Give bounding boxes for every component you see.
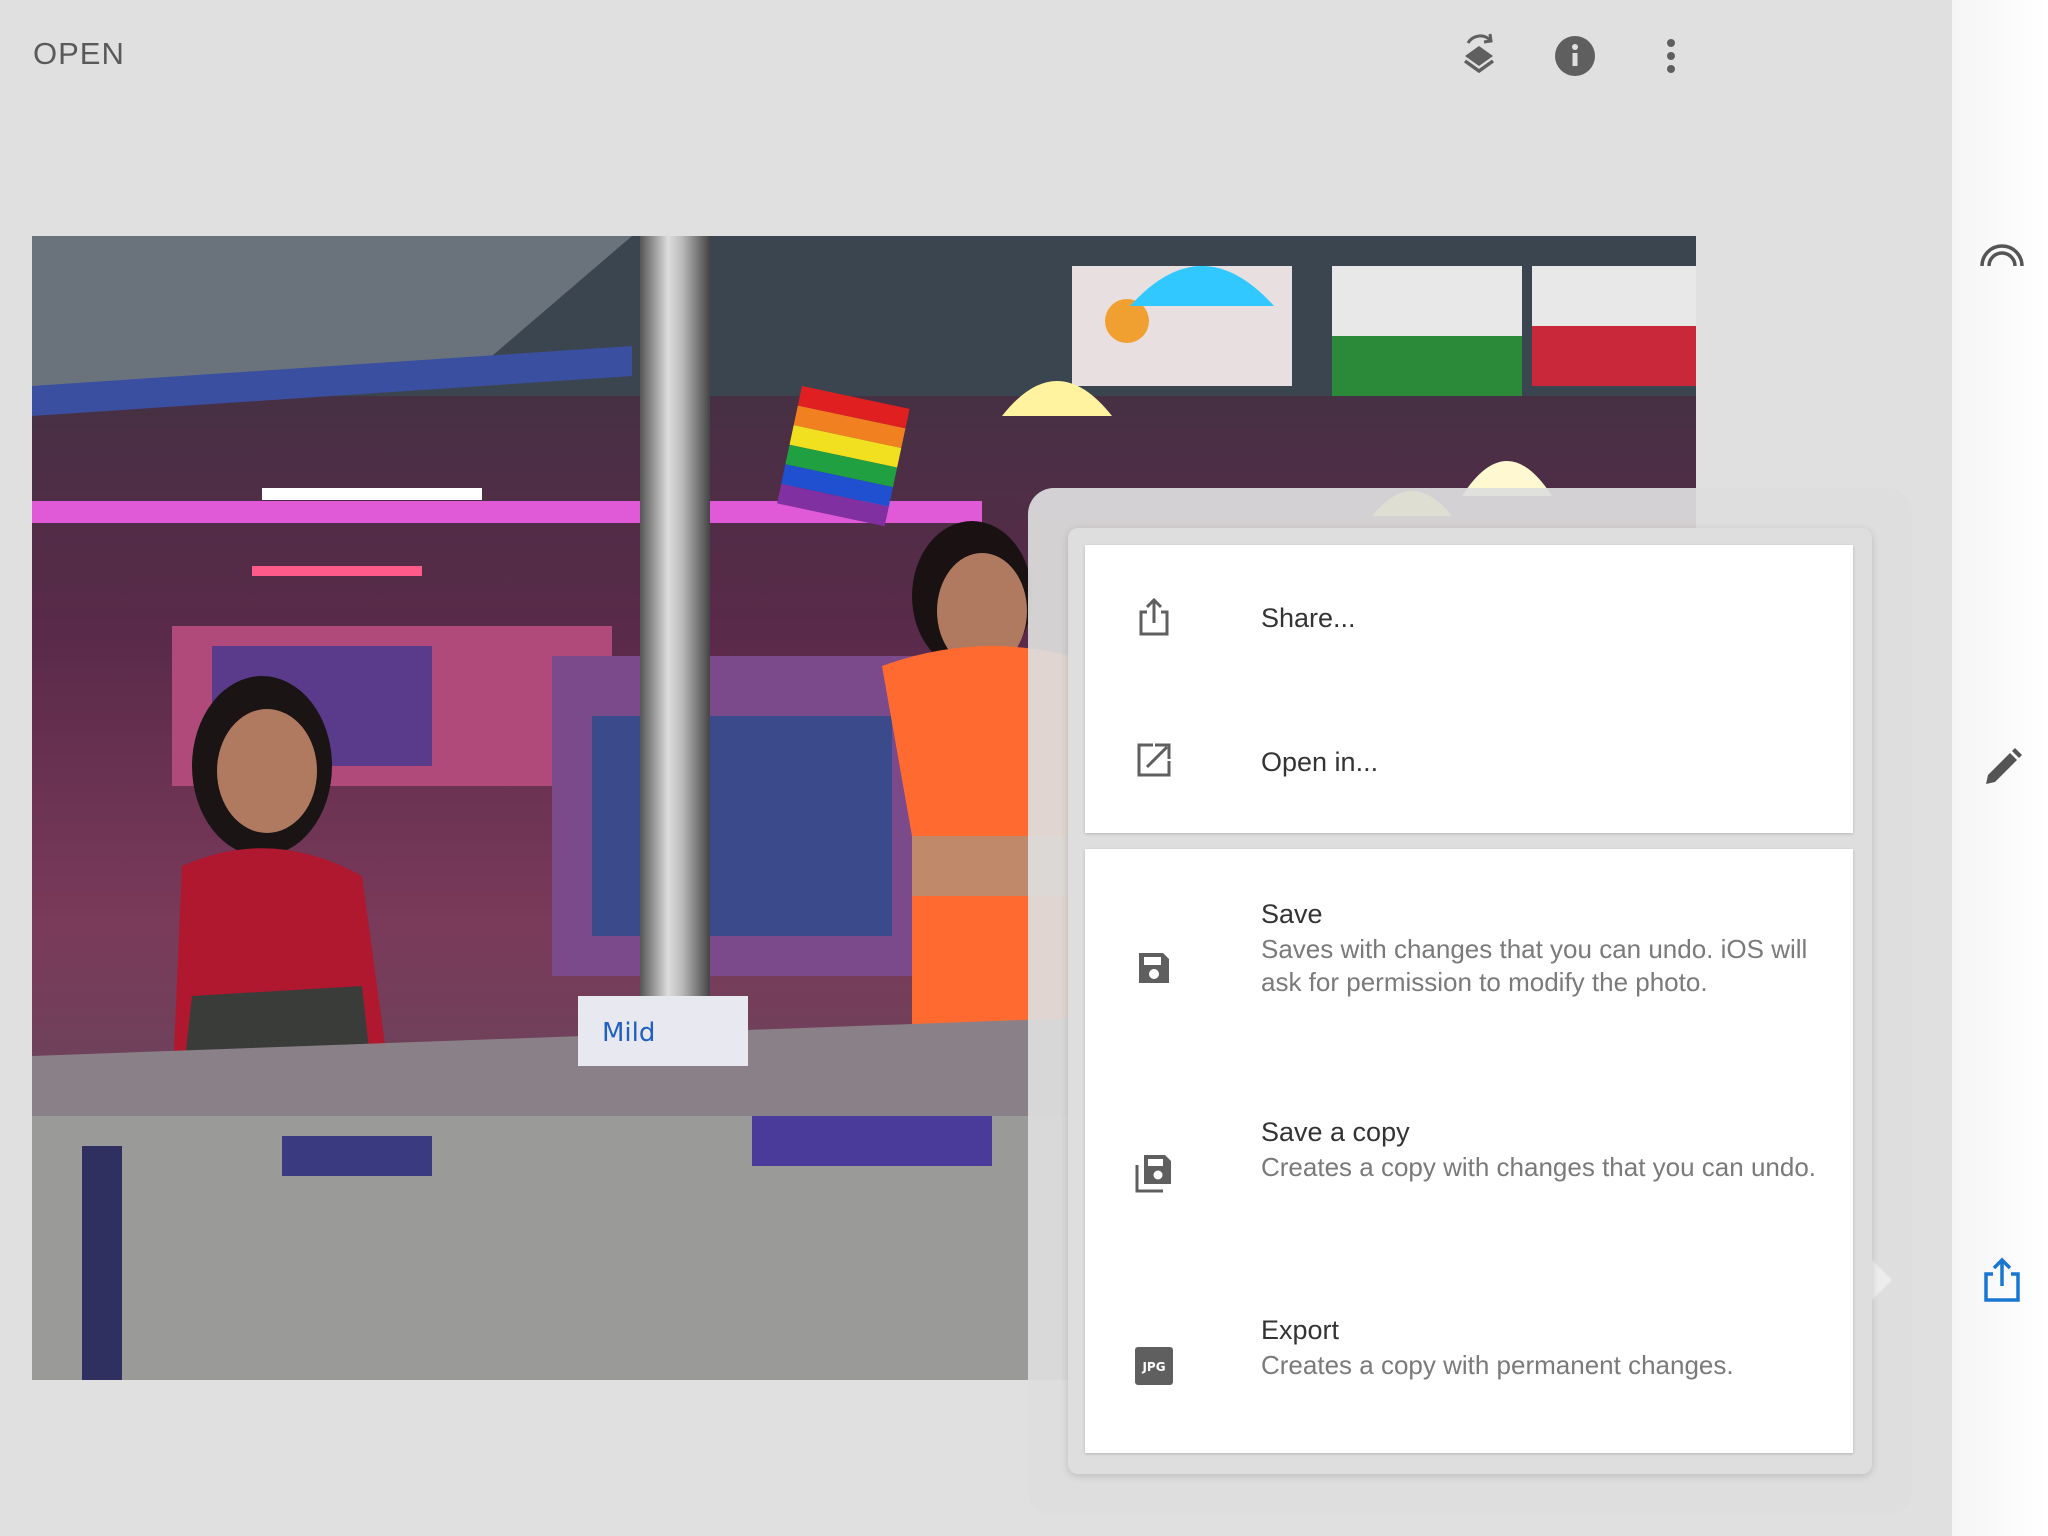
save-copy-icon <box>1133 1151 1175 1193</box>
popover-arrow <box>1872 1260 1892 1300</box>
share-icon <box>1133 596 1175 638</box>
menu-item-description: Creates a copy with permanent changes. <box>1261 1350 1734 1380</box>
menu-item-save-copy[interactable]: Save a copy Creates a copy with changes … <box>1085 1089 1853 1285</box>
looks-icon[interactable] <box>1976 232 2028 284</box>
info-icon[interactable] <box>1549 30 1601 82</box>
tissue-box-label: Mild <box>602 1018 655 1048</box>
save-group: Save Saves with changes that you can und… <box>1085 849 1853 1453</box>
open-button[interactable]: OPEN <box>33 36 125 72</box>
menu-item-export[interactable]: JPG Export Creates a copy with permanent… <box>1085 1285 1853 1453</box>
more-vert-icon[interactable] <box>1645 30 1697 82</box>
open-in-icon <box>1133 739 1175 781</box>
share-group: Share... Open in... <box>1085 545 1853 833</box>
menu-item-open-in[interactable]: Open in... <box>1085 689 1853 833</box>
export-menu: Share... Open in... Save Saves with chan… <box>1068 528 1872 1474</box>
top-toolbar: OPEN <box>0 0 1952 112</box>
menu-item-title: Export <box>1261 1315 1340 1345</box>
menu-item-title: Open in... <box>1261 747 1379 777</box>
right-rail <box>1952 0 2048 1536</box>
menu-item-description: Saves with changes that you can undo. iO… <box>1261 934 1808 997</box>
jpg-badge-text: JPG <box>1141 1360 1165 1374</box>
export-share-icon[interactable] <box>1976 1254 2028 1306</box>
save-icon <box>1133 947 1175 989</box>
menu-item-description: Creates a copy with changes that you can… <box>1261 1152 1817 1182</box>
menu-item-save[interactable]: Save Saves with changes that you can und… <box>1085 849 1853 1089</box>
menu-item-title: Save <box>1261 899 1323 929</box>
edit-pencil-icon[interactable] <box>1976 742 2028 794</box>
menu-item-share[interactable]: Share... <box>1085 545 1853 689</box>
menu-item-title: Share... <box>1261 603 1356 633</box>
jpg-export-icon: JPG <box>1133 1345 1175 1387</box>
menu-item-title: Save a copy <box>1261 1117 1410 1147</box>
layers-undo-icon[interactable] <box>1453 30 1505 82</box>
